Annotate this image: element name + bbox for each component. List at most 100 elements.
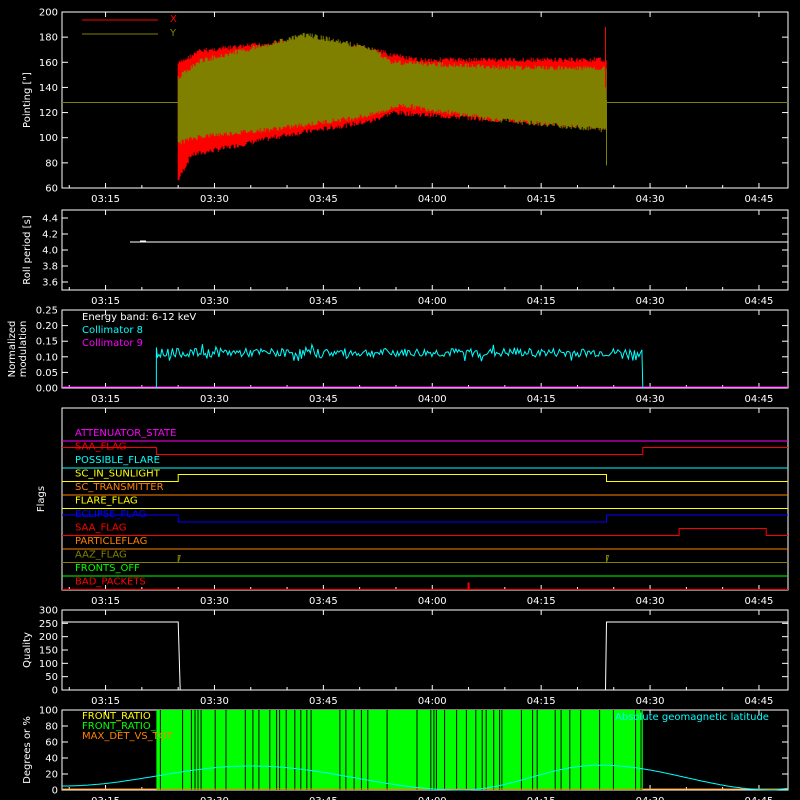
flag-label: POSSIBLE_FLARE (75, 455, 160, 466)
x-tick-label: 03:15 (91, 596, 120, 607)
y-tick-label: 0.10 (36, 352, 58, 363)
y-axis-label: Roll period [s] (22, 215, 33, 284)
x-tick-label: 04:15 (527, 696, 556, 707)
y-tick-label: 140 (39, 83, 58, 94)
x-tick-label: 04:15 (527, 194, 556, 205)
y-tick-label: 60 (45, 184, 58, 195)
x-tick-label: 03:45 (309, 296, 338, 307)
flag-label: SC_IN_SUNLIGHT (75, 469, 161, 480)
x-tick-label: 03:45 (309, 194, 338, 205)
x-tick-label: 04:00 (418, 194, 447, 205)
y-tick-label: 4.2 (42, 230, 58, 241)
y-tick-label: 200 (39, 8, 58, 19)
x-tick-label: 03:30 (200, 394, 229, 405)
x-tick-label: 04:45 (745, 296, 774, 307)
y-tick-label: 20 (45, 770, 58, 781)
x-tick-label: 03:45 (309, 596, 338, 607)
y-tick-label: 0.25 (36, 306, 58, 317)
x-tick-label: 04:00 (418, 796, 447, 800)
y-tick-label: 200 (39, 632, 58, 643)
flag-label: AAZ_FLAG (75, 550, 127, 561)
y-axis-label: Quality (22, 632, 33, 668)
x-tick-label: 03:45 (309, 796, 338, 800)
y-tick-label: 100 (39, 706, 58, 717)
legend-max-det: MAX_DET_VS_TOT (82, 731, 174, 742)
x-tick-label: 04:45 (745, 194, 774, 205)
x-tick-label: 04:30 (636, 394, 665, 405)
y-tick-label: 80 (45, 158, 58, 169)
y-tick-label: 0 (52, 686, 58, 697)
x-tick-label: 03:30 (200, 596, 229, 607)
legend-collimator-9: Collimator 9 (82, 338, 143, 349)
y-tick-label: 250 (39, 619, 58, 630)
flag-label: SAA_FLAG (75, 523, 126, 534)
x-tick-label: 04:00 (418, 296, 447, 307)
y-tick-label: 50 (45, 672, 58, 683)
x-tick-label: 03:30 (200, 696, 229, 707)
x-tick-label: 03:15 (91, 394, 120, 405)
y-axis-label: Flags (36, 486, 47, 512)
x-tick-label: 03:45 (309, 696, 338, 707)
x-tick-label: 04:15 (527, 796, 556, 800)
flag-label: BAD_PACKETS (75, 577, 146, 588)
y-tick-label: 40 (45, 754, 58, 765)
y-tick-label: 120 (39, 108, 58, 119)
y-tick-label: 100 (39, 659, 58, 670)
x-tick-label: 03:45 (309, 394, 338, 405)
y-tick-label: 3.6 (42, 278, 58, 289)
y-tick-label: 4.0 (42, 246, 58, 257)
legend-latitude: Absolute geomagnetic latitude (615, 712, 769, 723)
flag-label: ATTENUATOR_STATE (75, 428, 176, 439)
y-tick-label: 150 (39, 646, 58, 657)
y-tick-label: 0.20 (36, 321, 58, 332)
x-tick-label: 04:45 (745, 796, 774, 800)
flag-label: SC_TRANSMITTER (75, 482, 164, 493)
x-tick-label: 04:00 (418, 696, 447, 707)
flag-label: FRONTS_OFF (75, 563, 140, 574)
y-tick-label: 4.4 (42, 214, 58, 225)
legend-y-label: Y (169, 28, 177, 39)
y-tick-label: 60 (45, 738, 58, 749)
y-axis-label: Pointing ["] (22, 72, 33, 128)
x-tick-label: 04:00 (418, 596, 447, 607)
x-tick-label: 03:15 (91, 796, 120, 800)
x-tick-label: 04:30 (636, 296, 665, 307)
telemetry-chart: 03:15 03:30 03:45 04:00 04:15 04:30 04:45 60 80 1… (0, 0, 800, 800)
x-tick-label: 04:30 (636, 696, 665, 707)
y-tick-label: 0.05 (36, 368, 58, 379)
x-tick-label: 04:00 (418, 394, 447, 405)
legend-x-label: X (170, 14, 177, 25)
x-tick-label: 03:15 (91, 296, 120, 307)
x-tick-label: 03:30 (200, 796, 229, 800)
chart-background (0, 0, 800, 800)
x-tick-label: 04:30 (636, 796, 665, 800)
x-tick-label: 04:45 (745, 596, 774, 607)
y-axis-label: Normalized (7, 321, 18, 378)
x-tick-label: 03:30 (200, 296, 229, 307)
y-tick-label: 100 (39, 133, 58, 144)
y-tick-label: 0.00 (36, 384, 58, 395)
y-axis-label: Degrees or % (22, 716, 33, 784)
x-tick-label: 03:30 (200, 194, 229, 205)
legend-collimator-8: Collimator 8 (82, 325, 143, 336)
y-tick-label: 300 (39, 606, 58, 617)
x-tick-label: 04:15 (527, 394, 556, 405)
x-tick-label: 04:15 (527, 296, 556, 307)
x-tick-label: 04:30 (636, 596, 665, 607)
y-tick-label: 160 (39, 58, 58, 69)
flag-label: FLARE_FLAG (75, 496, 138, 507)
y-tick-label: 0 (52, 786, 58, 797)
y-tick-label: 0.15 (36, 337, 58, 348)
x-tick-label: 04:30 (636, 194, 665, 205)
x-tick-label: 04:15 (527, 596, 556, 607)
x-tick-label: 03:15 (91, 194, 120, 205)
legend-title: Energy band: 6-12 keV (82, 312, 196, 323)
x-tick-label: 04:45 (745, 394, 774, 405)
y-tick-label: 180 (39, 33, 58, 44)
x-tick-label: 04:45 (745, 696, 774, 707)
flag-label: PARTICLEFLAG (75, 536, 147, 547)
y-axis-label: modulation (18, 321, 29, 378)
y-tick-label: 80 (45, 722, 58, 733)
y-tick-label: 3.8 (42, 262, 58, 273)
x-tick-label: 03:15 (91, 696, 120, 707)
